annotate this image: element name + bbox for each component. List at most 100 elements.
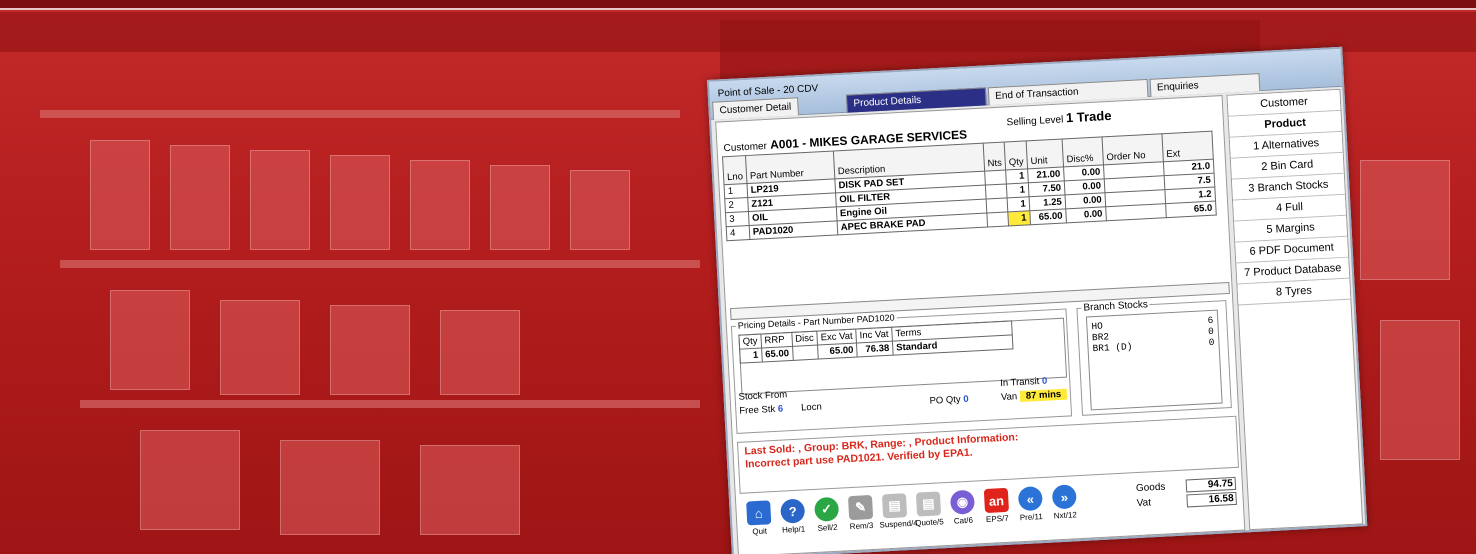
rem-label: Rem/3 [849,520,874,532]
col-lno: Lno [722,155,747,185]
branch-qty: 0 [1208,336,1215,349]
branch-name: BR1 (D) [1092,341,1133,355]
help-label: Help/1 [781,524,806,535]
cell-nts [985,183,1008,200]
quit-button[interactable]: ⌂ Quit [742,500,776,550]
branch-stocks-title: Branch Stocks [1081,299,1151,314]
suspend-button[interactable]: ▤ Suspend/4 [878,493,918,543]
in-transit-label: In Transit [1000,376,1040,390]
clipboard-icon: ▤ [881,493,908,519]
cell-qty-active[interactable]: 1 [1007,210,1031,226]
sidebar: Customer Product 1 Alternatives 2 Bin Ca… [1226,88,1364,531]
cell-ext: 65.0 [1165,201,1217,218]
goods-value: 94.75 [1185,476,1237,493]
col-nts: Nts [983,142,1006,172]
product-box [1360,160,1450,280]
in-transit-value: 0 [1041,375,1048,387]
po-qty-value: 0 [963,393,969,406]
sidebar-item-tyres[interactable]: 8 Tyres [1237,278,1351,306]
pricing-header-qty: Qty [738,334,762,350]
product-box [420,445,520,535]
branch-qty: 0 [1207,325,1215,338]
eps-button[interactable]: an EPS/7 [980,487,1014,538]
cell-lno: 3 [725,211,750,227]
pricing-inc-vat: 76.38 [856,341,894,358]
product-box [490,165,550,250]
quote-button[interactable]: ▤ Quote/5 [912,491,946,541]
branch-qty: 6 [1207,314,1214,327]
cell-order-no [1105,203,1167,221]
pencil-icon: ✎ [847,494,874,521]
product-box [110,290,190,390]
product-box [440,310,520,395]
sell-button[interactable]: ✓ Sell/2 [810,496,844,547]
product-box [1380,320,1460,460]
next-button[interactable]: » Nxt/12 [1048,484,1082,534]
selling-level-label: Selling Level [1006,114,1064,129]
branch-stocks-list[interactable]: HO 6 BR2 0 BR1 (D) 0 [1085,309,1223,411]
forward-icon: » [1051,484,1077,510]
customer-label: Customer [723,140,768,155]
cell-nts [986,211,1009,228]
totals-panel: Goods 94.75 Vat 16.58 [1136,476,1237,511]
back-icon: « [1017,486,1043,512]
pos-window: Point of Sale - 20 CDV Customer Detail P… [707,46,1368,554]
shelf [60,260,700,268]
check-icon: ✓ [814,496,840,522]
pricing-disc [792,345,819,361]
cat-button[interactable]: ◉ Cat/6 [946,489,980,539]
transit-info: In Transit 0 Van 87 mins [1000,375,1068,404]
main-panel: Customer A001 - MIKES GARAGE SERVICES Se… [715,95,1246,554]
rem-button[interactable]: ✎ Rem/3 [844,494,878,545]
next-label: Nxt/12 [1053,510,1078,521]
clipboard-icon: ▤ [915,491,942,517]
eps-label: EPS/7 [985,513,1009,524]
door-icon: ⌂ [746,500,772,526]
product-box [330,305,410,395]
cell-qty[interactable]: 1 [1006,182,1029,198]
cell-lno: 2 [724,197,749,213]
disc-icon: ◉ [949,489,976,515]
quit-label: Quit [752,526,768,537]
product-box [90,140,150,250]
product-box [250,150,310,250]
pricing-exc-vat: 65.00 [817,343,858,360]
cell-qty[interactable]: 1 [1005,168,1029,184]
product-box [330,155,390,250]
pricing-qty: 1 [739,348,763,364]
free-stock-value: 6 [777,403,784,415]
van-label: Van [1000,391,1018,404]
suspend-label: Suspend/4 [879,518,918,530]
product-box [220,300,300,395]
help-button[interactable]: ? Help/1 [776,498,810,548]
selling-level: Selling Level 1 Trade [1006,107,1112,129]
product-box [280,440,380,535]
col-disc: Disc% [1061,136,1104,167]
product-box [140,430,240,530]
previous-button[interactable]: « Pre/11 [1014,486,1048,536]
previous-label: Pre/11 [1019,512,1044,523]
free-stock-label: Free Stk [739,403,776,417]
toolbar: ⌂ Quit ? Help/1 ✓ Sell/2 ✎ Rem/3 ▤ Suspe… [742,484,1082,550]
vat-value: 16.58 [1186,491,1237,508]
branch-stocks-panel: Branch Stocks HO 6 BR2 0 BR1 (D) 0 [1076,299,1232,416]
pricing-rrp: 65.00 [761,346,793,363]
cat-label: Cat/6 [953,515,974,526]
col-unit: Unit [1026,139,1064,169]
cell-qty[interactable]: 1 [1007,196,1030,212]
selling-level-value: 1 Trade [1065,107,1112,126]
top-banner [0,0,1476,10]
cell-lno: 4 [726,225,750,241]
branch-name: HO [1091,320,1104,333]
pricing-header-disc: Disc [791,331,818,347]
col-ext: Ext [1161,131,1214,162]
col-qty: Qty [1004,140,1028,170]
tab-customer-detail[interactable]: Customer Detail [712,97,799,120]
cell-lno: 1 [724,183,748,199]
goods-label: Goods [1135,481,1166,495]
product-box [410,160,470,250]
an-icon: an [983,487,1010,514]
shelf [40,110,680,118]
cell-nts [985,197,1008,214]
quote-label: Quote/5 [915,517,944,528]
